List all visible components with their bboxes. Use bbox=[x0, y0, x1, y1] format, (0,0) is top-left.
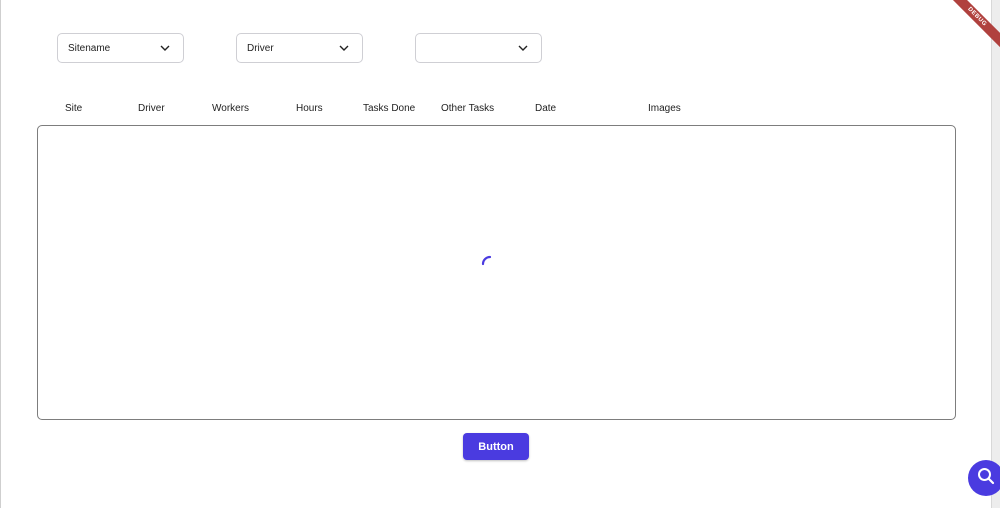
column-header-site: Site bbox=[65, 103, 83, 114]
column-header-other-tasks: Other Tasks bbox=[441, 103, 495, 114]
driver-dropdown-value: Driver bbox=[247, 42, 274, 54]
driver-dropdown[interactable]: Driver bbox=[236, 33, 363, 63]
window-left-border bbox=[0, 0, 1, 508]
chevron-down-icon bbox=[338, 42, 350, 54]
column-header-workers: Workers bbox=[212, 103, 250, 114]
column-header-hours: Hours bbox=[296, 103, 323, 114]
column-header-images: Images bbox=[648, 103, 681, 114]
column-header-tasks-done: Tasks Done bbox=[363, 103, 416, 114]
chevron-down-icon bbox=[159, 42, 171, 54]
primary-button[interactable]: Button bbox=[463, 433, 529, 460]
third-dropdown[interactable] bbox=[415, 33, 542, 63]
chevron-down-icon bbox=[517, 42, 529, 54]
window-right-scrollbar[interactable] bbox=[991, 0, 1000, 508]
column-header-driver: Driver bbox=[138, 103, 165, 114]
search-icon bbox=[976, 466, 996, 491]
debug-banner-label: DEBUG bbox=[941, 0, 1000, 53]
loading-spinner-icon bbox=[480, 254, 500, 274]
app-page: Sitename Driver Site Driver Workers Hour… bbox=[0, 0, 1000, 508]
floating-search-button[interactable] bbox=[968, 460, 1000, 496]
sitename-dropdown-value: Sitename bbox=[68, 42, 111, 54]
column-header-date: Date bbox=[535, 103, 557, 114]
debug-banner: DEBUG bbox=[940, 0, 1000, 60]
sitename-dropdown[interactable]: Sitename bbox=[57, 33, 184, 63]
